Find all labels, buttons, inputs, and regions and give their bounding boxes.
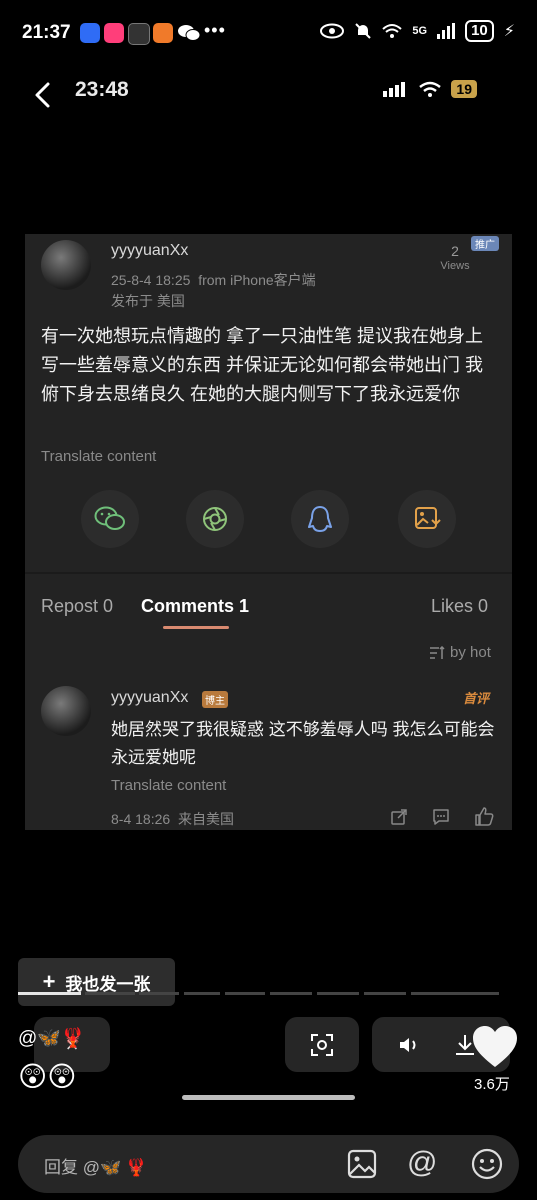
share-comment-icon[interactable] <box>390 808 408 826</box>
scan-icon <box>311 1033 333 1056</box>
home-indicator <box>182 1095 355 1100</box>
carousel-progress-segment <box>364 992 406 995</box>
emoji-face-icon[interactable] <box>471 1148 503 1180</box>
carousel-progress-segment <box>139 992 179 995</box>
tab-comments[interactable]: Comments 1 <box>141 596 249 617</box>
tab-likes[interactable]: Likes 0 <box>431 596 488 617</box>
commenter-username[interactable]: yyyyuanXx <box>111 689 188 707</box>
views-count: 2 <box>451 243 459 259</box>
share-moments-button[interactable] <box>186 490 244 548</box>
likes-count: 3.6万 <box>474 1076 510 1093</box>
wechat-status-icon <box>178 25 200 41</box>
like-comment-icon[interactable] <box>474 807 494 826</box>
save-image-icon <box>415 507 441 529</box>
wifi-icon <box>382 24 403 38</box>
qq-penguin-icon <box>308 506 332 532</box>
sort-by-hot-button[interactable]: by hot <box>429 644 491 661</box>
post-me-too-button[interactable]: + 我也发一张 <box>18 958 175 1006</box>
author-avatar[interactable] <box>41 240 91 290</box>
active-tab-indicator <box>163 626 229 629</box>
comment-datetime: 8-4 18:26 <box>111 811 171 827</box>
views-label: Views <box>440 260 470 272</box>
image-picker-icon[interactable] <box>347 1149 377 1179</box>
reply-comment-icon[interactable] <box>432 808 450 826</box>
comment-location: 来自美国 <box>177 811 234 827</box>
mention-text: @🦋🦞 <box>18 1028 85 1049</box>
soul-app-icon <box>128 23 150 45</box>
sort-icon <box>430 645 445 659</box>
carousel-progress-segment <box>317 992 359 995</box>
carousel-progress-segment <box>18 992 81 995</box>
author-badge: 博主 <box>202 691 228 708</box>
mail-app-icon <box>153 23 173 43</box>
post-date: 25-8-4 18:25 <box>111 272 191 288</box>
carousel-progress-segment <box>225 992 265 995</box>
mute-bell-icon <box>355 23 372 39</box>
status-bar: 21:37 ••• 5G 10 ⚡ <box>0 0 537 66</box>
me-too-label: 我也发一张 <box>65 974 151 994</box>
share-wechat-button[interactable] <box>81 490 139 548</box>
carousel-progress-segment <box>411 992 499 995</box>
inner-status-group: 19 <box>383 80 477 98</box>
post-card: yyyyuanXx 25-8-4 18:25 from iPhone客户端 发布… <box>25 234 512 830</box>
share-qq-button[interactable] <box>291 490 349 548</box>
eye-icon <box>320 23 345 39</box>
back-arrow-icon[interactable] <box>28 80 58 110</box>
mention-at-icon[interactable]: @ <box>407 1146 437 1180</box>
carousel-progress-segment <box>85 992 135 995</box>
post-location: 发布于 美国 <box>111 293 185 309</box>
like-heart-icon[interactable] <box>471 1025 519 1069</box>
charging-icon: ⚡ <box>503 23 515 40</box>
app-notification-icon <box>80 23 100 43</box>
scan-button[interactable] <box>285 1017 359 1072</box>
status-right-group: 5G 10 ⚡ <box>320 20 515 42</box>
inner-signal-icon <box>383 82 406 97</box>
reaction-emojis: 😲😲 <box>18 1061 77 1092</box>
status-time: 21:37 <box>22 22 71 43</box>
inner-wifi-icon <box>419 81 442 97</box>
comment-meta: 8-4 18:26 来自美国 <box>111 809 234 829</box>
wechat-icon <box>94 506 125 530</box>
post-source: from iPhone客户端 <box>198 272 316 288</box>
signal-icon <box>437 23 456 39</box>
network-label: 5G <box>412 25 428 37</box>
post-datetime: 25-8-4 18:25 from iPhone客户端 <box>111 270 316 290</box>
carousel-progress-segment <box>184 992 220 995</box>
moments-aperture-icon <box>203 507 227 531</box>
reply-bar: 回复 @🦋 🦞 @ <box>18 1135 519 1193</box>
comment-text: 她居然哭了我很疑惑 这不够羞辱人吗 我怎么可能会永远爱她呢 <box>111 720 495 767</box>
commenter-avatar[interactable] <box>41 686 91 736</box>
first-comment-badge: 首评 <box>463 691 490 706</box>
post-text: 有一次她想玩点情趣的 拿了一只油性笔 提议我在她身上写一些羞辱意义的东西 并保证… <box>41 326 483 404</box>
carousel-progress-segment <box>270 992 312 995</box>
battery-indicator: 10 <box>465 20 494 42</box>
translate-post-link[interactable]: Translate content <box>41 448 156 465</box>
inner-battery: 19 <box>451 80 477 98</box>
inner-time: 23:48 <box>75 78 129 101</box>
section-divider <box>25 572 512 574</box>
more-notifications-icon: ••• <box>204 20 226 40</box>
translate-comment-link[interactable]: Translate content <box>111 777 226 794</box>
reply-input[interactable]: 回复 @🦋 🦞 <box>44 1153 147 1178</box>
video-app-icon <box>104 23 124 43</box>
promo-badge: 推广 <box>471 236 499 251</box>
volume-icon[interactable] <box>398 1035 422 1055</box>
tab-repost[interactable]: Repost 0 <box>41 596 113 617</box>
save-image-button[interactable] <box>398 490 456 548</box>
sort-label: by hot <box>450 644 491 661</box>
author-username[interactable]: yyyyuanXx <box>111 242 188 260</box>
